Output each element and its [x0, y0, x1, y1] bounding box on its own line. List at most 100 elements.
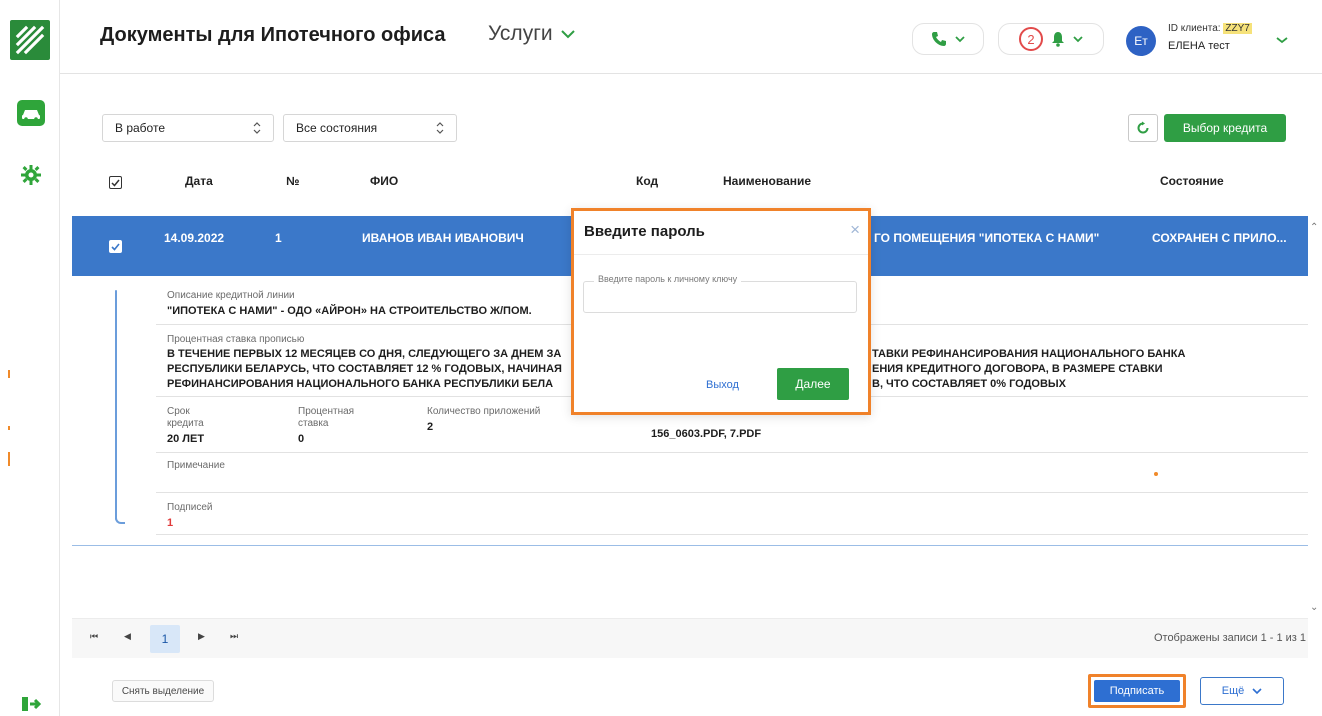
row-date: 14.09.2022 — [164, 231, 225, 245]
row-state: СОХРАНЕН С ПРИЛО... — [1152, 231, 1287, 245]
first-page-button[interactable]: ⏮ — [90, 631, 98, 642]
signatures-label: Подписей — [167, 502, 213, 513]
status-select[interactable]: В работе — [102, 114, 274, 142]
footer-actions: Снять выделение Подписать Ещё — [60, 662, 1322, 716]
select-all-checkbox[interactable] — [109, 176, 122, 189]
chevron-down-icon — [955, 36, 965, 43]
updown-chevron-icon — [436, 122, 444, 134]
row-checkbox[interactable] — [109, 240, 122, 253]
sign-button-highlight: Подписать — [1088, 674, 1186, 708]
check-icon — [111, 179, 120, 187]
password-field-label: Введите пароль к личному ключу — [594, 274, 742, 284]
scroll-up-arrow[interactable]: ⌃ — [1310, 222, 1318, 233]
services-dropdown[interactable]: Услуги — [488, 22, 575, 46]
dialog-title: Введите пароль — [584, 223, 705, 240]
rail-marker — [8, 452, 10, 466]
divider — [156, 452, 1308, 453]
services-label: Услуги — [488, 22, 553, 45]
phone-button[interactable] — [912, 23, 984, 55]
rate-text-right-3: В, ЧТО СОСТАВЛЯЕТ 0% ГОДОВЫХ — [872, 378, 1067, 390]
term-label-line1: Срок — [167, 406, 190, 417]
client-id-value: ZZY7 — [1223, 23, 1252, 34]
updown-chevron-icon — [253, 122, 261, 134]
column-number[interactable]: № — [286, 174, 299, 188]
sign-button[interactable]: Подписать — [1094, 680, 1180, 702]
next-page-button[interactable]: ▶ — [198, 631, 205, 642]
pagination: ⏮ ◀ 1 ▶ ⏭ Отображены записи 1 - 1 из 1 — [72, 618, 1308, 658]
left-rail — [0, 0, 60, 716]
rate-value: 0 — [298, 433, 305, 445]
rate-text-label: Процентная ставка прописью — [167, 334, 305, 345]
column-name[interactable]: Наименование — [723, 174, 811, 188]
column-date[interactable]: Дата — [185, 174, 213, 188]
logout-icon[interactable] — [22, 696, 44, 714]
client-id-label: ID клиента: — [1168, 23, 1221, 34]
phone-icon — [932, 32, 946, 46]
state-select-value: Все состояния — [296, 121, 378, 135]
detail-accent-bar — [115, 518, 125, 524]
prev-page-button[interactable]: ◀ — [124, 631, 131, 642]
user-menu[interactable]: Ет ID клиента: ZZY7 ЕЛЕНА тест — [1126, 18, 1296, 58]
rate-text-left-2: РЕСПУБЛИКИ БЕЛАРУСЬ, ЧТО СОСТАВЛЯЕТ 12 %… — [167, 363, 562, 375]
password-dialog: Введите пароль × Введите пароль к личном… — [571, 208, 871, 415]
close-icon[interactable]: × — [850, 220, 860, 240]
status-dot — [1154, 472, 1158, 476]
records-info: Отображены записи 1 - 1 из 1 — [1153, 632, 1306, 644]
rate-text-right-1: ТАВКИ РЕФИНАНСИРОВАНИЯ НАЦИОНАЛЬНОГО БАН… — [872, 348, 1186, 360]
user-name: ЕЛЕНА тест — [1168, 40, 1230, 52]
select-credit-button[interactable]: Выбор кредита — [1164, 114, 1286, 142]
state-select[interactable]: Все состояния — [283, 114, 457, 142]
signatures-value: 1 — [167, 517, 174, 529]
password-input[interactable] — [584, 282, 856, 312]
detail-accent-bar — [115, 290, 117, 520]
rate-label-line1: Процентная — [298, 406, 355, 417]
chevron-down-icon — [1252, 687, 1262, 694]
rail-marker — [8, 370, 10, 378]
files-value[interactable]: 156_0603.PDF, 7.PDF — [651, 427, 761, 442]
chevron-down-icon — [560, 30, 575, 39]
more-button[interactable]: Ещё — [1200, 677, 1284, 705]
rate-text-left-1: В ТЕЧЕНИЕ ПЕРВЫХ 12 МЕСЯЦЕВ СО ДНЯ, СЛЕД… — [167, 348, 562, 360]
more-button-label: Ещё — [1221, 685, 1245, 697]
last-page-button[interactable]: ⏭ — [230, 631, 238, 642]
attachments-value: 2 — [427, 421, 434, 433]
avatar: Ет — [1126, 26, 1156, 56]
credit-line-label: Описание кредитной линии — [167, 290, 295, 301]
chevron-down-icon — [1276, 37, 1288, 44]
divider — [156, 534, 1308, 535]
scroll-down-arrow[interactable]: ⌄ — [1310, 602, 1318, 613]
exit-link[interactable]: Выход — [706, 379, 739, 391]
bank-logo-icon[interactable] — [10, 20, 50, 60]
dialog-header: Введите пароль × — [574, 211, 868, 255]
rate-label-line2: ставка — [298, 418, 329, 429]
refresh-icon — [1137, 121, 1149, 134]
status-select-value: В работе — [115, 121, 166, 135]
next-button[interactable]: Далее — [777, 368, 849, 400]
car-icon[interactable] — [17, 100, 45, 126]
current-page[interactable]: 1 — [150, 625, 180, 653]
rail-marker — [8, 426, 10, 430]
notifications-count-badge: 2 — [1019, 27, 1043, 51]
refresh-button[interactable] — [1128, 114, 1158, 142]
notifications-button[interactable]: 2 — [998, 23, 1104, 55]
credit-line-value: "ИПОТЕКА С НАМИ" - ОДО «АЙРОН» НА СТРОИТ… — [167, 305, 532, 317]
top-header: Документы для Ипотечного офиса Услуги 2 … — [60, 0, 1322, 74]
bell-icon — [1052, 32, 1064, 47]
attachments-label: Количество приложений — [427, 406, 541, 417]
gear-icon[interactable] — [20, 164, 46, 190]
chevron-down-icon — [1073, 36, 1083, 43]
term-label-line2: кредита — [167, 418, 204, 429]
rate-text-left-3: РЕФИНАНСИРОВАНИЯ НАЦИОНАЛЬНОГО БАНКА РЕС… — [167, 378, 554, 390]
rate-text-right-2: ЕНИЯ КРЕДИТНОГО ДОГОВОРА, В РАЗМЕРЕ СТАВ… — [872, 363, 1163, 375]
table-header: Дата № ФИО Код Наименование Состояние — [72, 164, 1308, 200]
row-name: ГО ПОМЕЩЕНИЯ "ИПОТЕКА С НАМИ" — [874, 231, 1100, 245]
password-field[interactable] — [583, 281, 857, 313]
divider — [156, 492, 1308, 493]
column-state[interactable]: Состояние — [1160, 174, 1224, 188]
row-fio: ИВАНОВ ИВАН ИВАНОВИЧ — [362, 231, 524, 245]
column-fio[interactable]: ФИО — [370, 174, 398, 188]
term-value: 20 ЛЕТ — [167, 433, 205, 445]
clear-selection-button[interactable]: Снять выделение — [112, 680, 214, 702]
column-code[interactable]: Код — [636, 174, 658, 188]
page-title: Документы для Ипотечного офиса — [100, 24, 446, 46]
